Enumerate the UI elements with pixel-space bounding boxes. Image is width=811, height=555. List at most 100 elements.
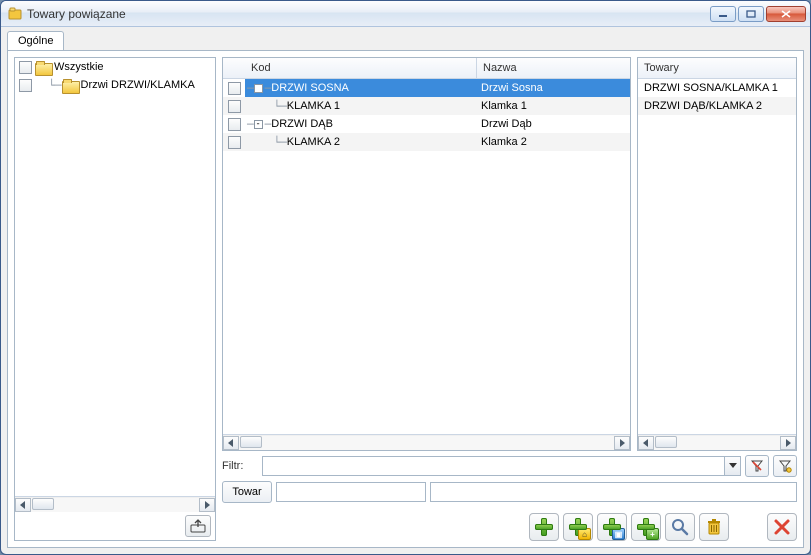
towar-name-input[interactable] (430, 482, 797, 502)
items-pane: Kod Nazwa ─-─DRZWI SOSNADrzwi Sosna └─KL… (222, 57, 631, 451)
scroll-left-button[interactable] (15, 498, 31, 512)
towar-button[interactable]: Towar (222, 481, 272, 503)
code-text: KLAMKA 2 (287, 136, 340, 148)
scroll-track[interactable] (654, 436, 780, 450)
mid-and-right: Kod Nazwa ─-─DRZWI SOSNADrzwi Sosna └─KL… (222, 57, 797, 451)
table-row[interactable]: └─KLAMKA 1Klamka 1 (223, 97, 630, 115)
cell-name: Klamka 1 (477, 97, 630, 115)
filter-row: Filtr: (222, 455, 797, 477)
filter-label: Filtr: (222, 460, 258, 472)
folder-icon (35, 61, 51, 74)
cell-code: ─-─DRZWI DĄB (245, 115, 477, 133)
scroll-track[interactable] (239, 436, 614, 450)
checkbox[interactable] (19, 61, 32, 74)
folder-badge-icon: ⌂ (578, 528, 591, 540)
tabstrip: Ogólne (7, 31, 804, 51)
checkbox[interactable] (228, 136, 241, 149)
plus-icon: ⌂ (569, 518, 587, 536)
action-toolbar: ⌂ ▣ + (222, 507, 797, 541)
plus-icon (535, 518, 553, 536)
col-code[interactable]: Kod (245, 58, 477, 78)
table-row[interactable]: └─KLAMKA 2Klamka 2 (223, 133, 630, 151)
scroll-right-button[interactable] (614, 436, 630, 450)
category-tree-pane: Wszystkie └─ Drzwi DRZWI/KLAMKA (14, 57, 216, 541)
titlebar[interactable]: Towary powiązane (1, 1, 810, 27)
filter-clear-button[interactable] (745, 455, 769, 477)
left-bottom-bar (15, 512, 215, 540)
table-row[interactable]: ─-─DRZWI SOSNADrzwi Sosna (223, 79, 630, 97)
items-header: Kod Nazwa (223, 58, 630, 79)
cell-name: Klamka 2 (477, 133, 630, 151)
tree-row-child[interactable]: └─ Drzwi DRZWI/KLAMKA (15, 76, 215, 94)
tree-label: Drzwi DRZWI/KLAMKA (81, 79, 195, 91)
expand-toggle[interactable]: - (254, 84, 263, 93)
folder-icon (62, 79, 78, 92)
tree-connector: └─ (35, 79, 62, 92)
list-item[interactable]: DRZWI SOSNA/KLAMKA 1 (638, 79, 796, 97)
add-button[interactable] (529, 513, 559, 541)
scroll-thumb[interactable] (240, 436, 262, 448)
filter-combo[interactable] (262, 456, 741, 476)
link-badge-icon: ▣ (612, 528, 625, 540)
items-list[interactable]: ─-─DRZWI SOSNADrzwi Sosna └─KLAMKA 1Klam… (223, 79, 630, 434)
panes: Wszystkie └─ Drzwi DRZWI/KLAMKA (14, 57, 797, 541)
app-icon (7, 6, 23, 22)
cell-name: Drzwi Dąb (477, 115, 630, 133)
scroll-left-button[interactable] (638, 436, 654, 450)
tree-label: Wszystkie (54, 61, 104, 73)
scroll-thumb[interactable] (32, 498, 54, 510)
tab-general[interactable]: Ogólne (7, 31, 64, 51)
linked-pane: Towary DRZWI SOSNA/KLAMKA 1DRZWI DĄB/KLA… (637, 57, 797, 451)
close-button[interactable] (766, 6, 806, 22)
delete-button[interactable] (699, 513, 729, 541)
hscroll[interactable] (223, 434, 630, 450)
towar-code-input[interactable] (276, 482, 426, 502)
mid-stack: Kod Nazwa ─-─DRZWI SOSNADrzwi Sosna └─KL… (222, 57, 797, 541)
add-link-button[interactable]: ▣ (597, 513, 627, 541)
table-row[interactable]: ─-─DRZWI DĄBDrzwi Dąb (223, 115, 630, 133)
titlebar-buttons (710, 6, 806, 22)
maximize-button[interactable] (738, 6, 764, 22)
dialog-window: Towary powiązane Ogólne Wszystkie (0, 0, 811, 555)
list-item[interactable]: DRZWI DĄB/KLAMKA 2 (638, 97, 796, 115)
scroll-right-button[interactable] (199, 498, 215, 512)
copy-badge-icon: + (646, 528, 659, 540)
filter-dropdown-button[interactable] (724, 457, 740, 475)
cell-code: ─-─DRZWI SOSNA (245, 79, 477, 97)
scroll-left-button[interactable] (223, 436, 239, 450)
code-text: DRZWI SOSNA (271, 82, 349, 94)
add-category-button[interactable]: ⌂ (563, 513, 593, 541)
tree-row-root[interactable]: Wszystkie (15, 58, 215, 76)
checkbox[interactable] (228, 82, 241, 95)
towar-row: Towar (222, 481, 797, 503)
checkbox[interactable] (228, 100, 241, 113)
filter-input[interactable] (263, 457, 724, 475)
hscroll[interactable] (638, 434, 796, 450)
plus-icon: + (637, 518, 655, 536)
category-tree[interactable]: Wszystkie └─ Drzwi DRZWI/KLAMKA (15, 58, 215, 496)
cell-name: Drzwi Sosna (477, 79, 630, 97)
expand-toggle[interactable]: - (254, 120, 263, 129)
minimize-button[interactable] (710, 6, 736, 22)
hscroll[interactable] (15, 496, 215, 512)
bottom-controls: Filtr: (222, 455, 797, 541)
tabpanel-general: Wszystkie └─ Drzwi DRZWI/KLAMKA (7, 50, 804, 548)
scroll-right-button[interactable] (780, 436, 796, 450)
search-button[interactable] (665, 513, 695, 541)
scroll-thumb[interactable] (655, 436, 677, 448)
checkbox[interactable] (228, 118, 241, 131)
filter-settings-button[interactable] (773, 455, 797, 477)
plus-icon: ▣ (603, 518, 621, 536)
linked-list[interactable]: DRZWI SOSNA/KLAMKA 1DRZWI DĄB/KLAMKA 2 (638, 79, 796, 434)
cancel-button[interactable] (767, 513, 797, 541)
checkbox[interactable] (19, 79, 32, 92)
export-button[interactable] (185, 515, 211, 537)
code-text: DRZWI DĄB (271, 118, 333, 130)
add-copy-button[interactable]: + (631, 513, 661, 541)
linked-header[interactable]: Towary (638, 58, 796, 79)
col-name[interactable]: Nazwa (477, 58, 630, 78)
window-title: Towary powiązane (27, 7, 710, 21)
code-text: KLAMKA 1 (287, 100, 340, 112)
scroll-track[interactable] (31, 498, 199, 512)
cell-code: └─KLAMKA 2 (245, 133, 477, 151)
